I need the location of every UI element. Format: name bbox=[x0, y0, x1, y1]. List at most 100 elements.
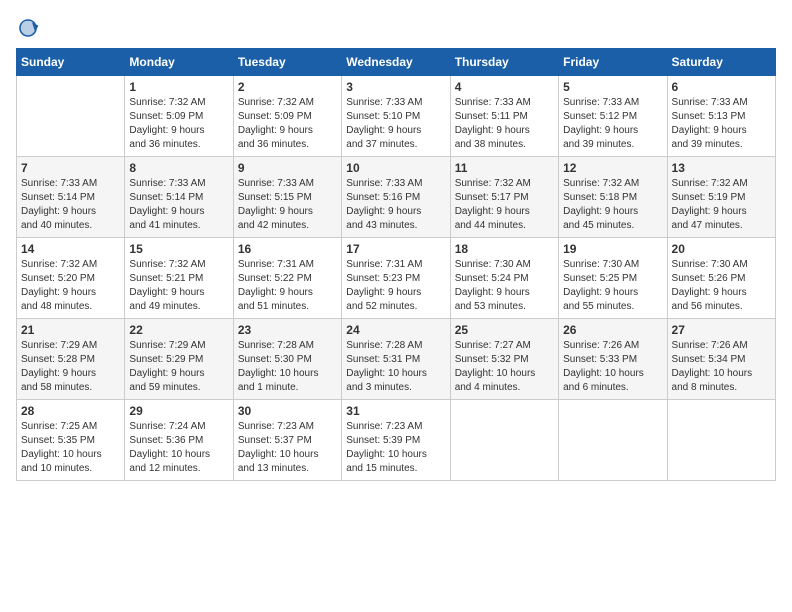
day-cell: 6 Sunrise: 7:33 AM Sunset: 5:13 PM Daylig… bbox=[667, 76, 775, 157]
day-number: 15 bbox=[129, 242, 228, 256]
header-cell-monday: Monday bbox=[125, 49, 233, 76]
calendar-table: SundayMondayTuesdayWednesdayThursdayFrid… bbox=[16, 48, 776, 481]
day-number: 28 bbox=[21, 404, 120, 418]
day-info: Sunrise: 7:30 AM Sunset: 5:26 PM Dayligh… bbox=[672, 258, 771, 314]
day-info: Sunrise: 7:32 AM Sunset: 5:09 PM Dayligh… bbox=[238, 96, 337, 152]
day-cell: 14 Sunrise: 7:32 AM Sunset: 5:20 PM Dayli… bbox=[17, 238, 125, 319]
day-cell: 7Sunrise: 7:33 AM Sunset: 5:14 PM Daylig… bbox=[17, 157, 125, 238]
header-cell-wednesday: Wednesday bbox=[342, 49, 450, 76]
day-number: 31 bbox=[346, 404, 445, 418]
header-cell-tuesday: Tuesday bbox=[233, 49, 341, 76]
week-row-4: 21 Sunrise: 7:29 AM Sunset: 5:28 PM Dayli… bbox=[17, 319, 776, 400]
day-cell: 2 Sunrise: 7:32 AM Sunset: 5:09 PM Daylig… bbox=[233, 76, 341, 157]
day-cell bbox=[559, 400, 667, 481]
week-row-2: 7 Sunrise: 7:33 AM Sunset: 5:14 PM Daylig… bbox=[17, 157, 776, 238]
day-cell bbox=[667, 400, 775, 481]
day-info: Sunrise: 7:33 AM Sunset: 5:10 PM Dayligh… bbox=[346, 96, 445, 152]
day-cell: 31Sunrise: 7:23 AM Sunset: 5:39 PM Dayli… bbox=[342, 400, 450, 481]
day-number: 5 bbox=[563, 80, 662, 94]
day-info: Sunrise: 7:26 AM Sunset: 5:33 PM Dayligh… bbox=[563, 339, 662, 395]
day-info: Sunrise: 7:33 AM Sunset: 5:13 PM Dayligh… bbox=[672, 96, 771, 152]
day-number: 16 bbox=[238, 242, 337, 256]
page-header bbox=[16, 16, 776, 40]
day-number: 29 bbox=[129, 404, 228, 418]
day-number: 14 bbox=[21, 242, 120, 256]
day-info: Sunrise: 7:23 AM Sunset: 5:37 PM Dayligh… bbox=[238, 420, 337, 476]
week-row-1: 1Sunrise: 7:32 AM Sunset: 5:09 PM Daylig… bbox=[17, 76, 776, 157]
day-number: 18 bbox=[455, 242, 554, 256]
day-number: 25 bbox=[455, 323, 554, 337]
day-info: Sunrise: 7:33 AM Sunset: 5:11 PM Dayligh… bbox=[455, 96, 554, 152]
day-cell: 24 Sunrise: 7:28 AM Sunset: 5:31 PM Dayli… bbox=[342, 319, 450, 400]
day-number: 11 bbox=[455, 161, 554, 175]
day-number: 23 bbox=[238, 323, 337, 337]
header-cell-thursday: Thursday bbox=[450, 49, 558, 76]
day-number: 8 bbox=[129, 161, 228, 175]
day-info: Sunrise: 7:32 AM Sunset: 5:09 PM Dayligh… bbox=[129, 96, 228, 152]
day-cell: 11 Sunrise: 7:32 AM Sunset: 5:17 PM Dayli… bbox=[450, 157, 558, 238]
day-number: 19 bbox=[563, 242, 662, 256]
day-info: Sunrise: 7:31 AM Sunset: 5:23 PM Dayligh… bbox=[346, 258, 445, 314]
day-number: 26 bbox=[563, 323, 662, 337]
week-row-3: 14 Sunrise: 7:32 AM Sunset: 5:20 PM Dayli… bbox=[17, 238, 776, 319]
day-cell: 1Sunrise: 7:32 AM Sunset: 5:09 PM Daylig… bbox=[125, 76, 233, 157]
header-cell-friday: Friday bbox=[559, 49, 667, 76]
day-info: Sunrise: 7:31 AM Sunset: 5:22 PM Dayligh… bbox=[238, 258, 337, 314]
day-info: Sunrise: 7:32 AM Sunset: 5:17 PM Dayligh… bbox=[455, 177, 554, 233]
day-cell: 30 Sunrise: 7:23 AM Sunset: 5:37 PM Dayli… bbox=[233, 400, 341, 481]
day-cell bbox=[17, 76, 125, 157]
calendar-body: 1Sunrise: 7:32 AM Sunset: 5:09 PM Daylig… bbox=[17, 76, 776, 481]
day-cell: 23 Sunrise: 7:28 AM Sunset: 5:30 PM Dayli… bbox=[233, 319, 341, 400]
day-cell: 19 Sunrise: 7:30 AM Sunset: 5:25 PM Dayli… bbox=[559, 238, 667, 319]
day-info: Sunrise: 7:32 AM Sunset: 5:18 PM Dayligh… bbox=[563, 177, 662, 233]
day-cell: 28Sunrise: 7:25 AM Sunset: 5:35 PM Dayli… bbox=[17, 400, 125, 481]
day-cell: 12 Sunrise: 7:32 AM Sunset: 5:18 PM Dayli… bbox=[559, 157, 667, 238]
day-number: 2 bbox=[238, 80, 337, 94]
day-info: Sunrise: 7:32 AM Sunset: 5:20 PM Dayligh… bbox=[21, 258, 120, 314]
day-info: Sunrise: 7:27 AM Sunset: 5:32 PM Dayligh… bbox=[455, 339, 554, 395]
day-cell: 13Sunrise: 7:32 AM Sunset: 5:19 PM Dayli… bbox=[667, 157, 775, 238]
day-info: Sunrise: 7:33 AM Sunset: 5:14 PM Dayligh… bbox=[129, 177, 228, 233]
day-info: Sunrise: 7:26 AM Sunset: 5:34 PM Dayligh… bbox=[672, 339, 771, 395]
day-cell: 10 Sunrise: 7:33 AM Sunset: 5:16 PM Dayli… bbox=[342, 157, 450, 238]
header-cell-saturday: Saturday bbox=[667, 49, 775, 76]
day-info: Sunrise: 7:29 AM Sunset: 5:29 PM Dayligh… bbox=[129, 339, 228, 395]
day-cell: 17 Sunrise: 7:31 AM Sunset: 5:23 PM Dayli… bbox=[342, 238, 450, 319]
day-number: 12 bbox=[563, 161, 662, 175]
day-cell: 9 Sunrise: 7:33 AM Sunset: 5:15 PM Daylig… bbox=[233, 157, 341, 238]
day-info: Sunrise: 7:24 AM Sunset: 5:36 PM Dayligh… bbox=[129, 420, 228, 476]
day-info: Sunrise: 7:28 AM Sunset: 5:31 PM Dayligh… bbox=[346, 339, 445, 395]
day-number: 27 bbox=[672, 323, 771, 337]
day-cell: 15 Sunrise: 7:32 AM Sunset: 5:21 PM Dayli… bbox=[125, 238, 233, 319]
day-cell: 18 Sunrise: 7:30 AM Sunset: 5:24 PM Dayli… bbox=[450, 238, 558, 319]
day-cell: 27 Sunrise: 7:26 AM Sunset: 5:34 PM Dayli… bbox=[667, 319, 775, 400]
logo bbox=[16, 16, 44, 40]
day-cell: 21 Sunrise: 7:29 AM Sunset: 5:28 PM Dayli… bbox=[17, 319, 125, 400]
day-info: Sunrise: 7:28 AM Sunset: 5:30 PM Dayligh… bbox=[238, 339, 337, 395]
week-row-5: 28Sunrise: 7:25 AM Sunset: 5:35 PM Dayli… bbox=[17, 400, 776, 481]
day-number: 7 bbox=[21, 161, 120, 175]
day-info: Sunrise: 7:30 AM Sunset: 5:25 PM Dayligh… bbox=[563, 258, 662, 314]
day-number: 30 bbox=[238, 404, 337, 418]
day-number: 21 bbox=[21, 323, 120, 337]
day-info: Sunrise: 7:32 AM Sunset: 5:21 PM Dayligh… bbox=[129, 258, 228, 314]
day-number: 10 bbox=[346, 161, 445, 175]
day-info: Sunrise: 7:33 AM Sunset: 5:16 PM Dayligh… bbox=[346, 177, 445, 233]
day-info: Sunrise: 7:29 AM Sunset: 5:28 PM Dayligh… bbox=[21, 339, 120, 395]
day-cell: 4 Sunrise: 7:33 AM Sunset: 5:11 PM Daylig… bbox=[450, 76, 558, 157]
day-cell: 8 Sunrise: 7:33 AM Sunset: 5:14 PM Daylig… bbox=[125, 157, 233, 238]
day-cell: 3Sunrise: 7:33 AM Sunset: 5:10 PM Daylig… bbox=[342, 76, 450, 157]
day-info: Sunrise: 7:33 AM Sunset: 5:12 PM Dayligh… bbox=[563, 96, 662, 152]
day-number: 9 bbox=[238, 161, 337, 175]
day-number: 13 bbox=[672, 161, 771, 175]
calendar-header: SundayMondayTuesdayWednesdayThursdayFrid… bbox=[17, 49, 776, 76]
day-number: 6 bbox=[672, 80, 771, 94]
day-cell: 20Sunrise: 7:30 AM Sunset: 5:26 PM Dayli… bbox=[667, 238, 775, 319]
day-number: 4 bbox=[455, 80, 554, 94]
day-info: Sunrise: 7:30 AM Sunset: 5:24 PM Dayligh… bbox=[455, 258, 554, 314]
day-number: 17 bbox=[346, 242, 445, 256]
day-cell: 5 Sunrise: 7:33 AM Sunset: 5:12 PM Daylig… bbox=[559, 76, 667, 157]
day-number: 24 bbox=[346, 323, 445, 337]
header-row: SundayMondayTuesdayWednesdayThursdayFrid… bbox=[17, 49, 776, 76]
day-info: Sunrise: 7:33 AM Sunset: 5:15 PM Dayligh… bbox=[238, 177, 337, 233]
